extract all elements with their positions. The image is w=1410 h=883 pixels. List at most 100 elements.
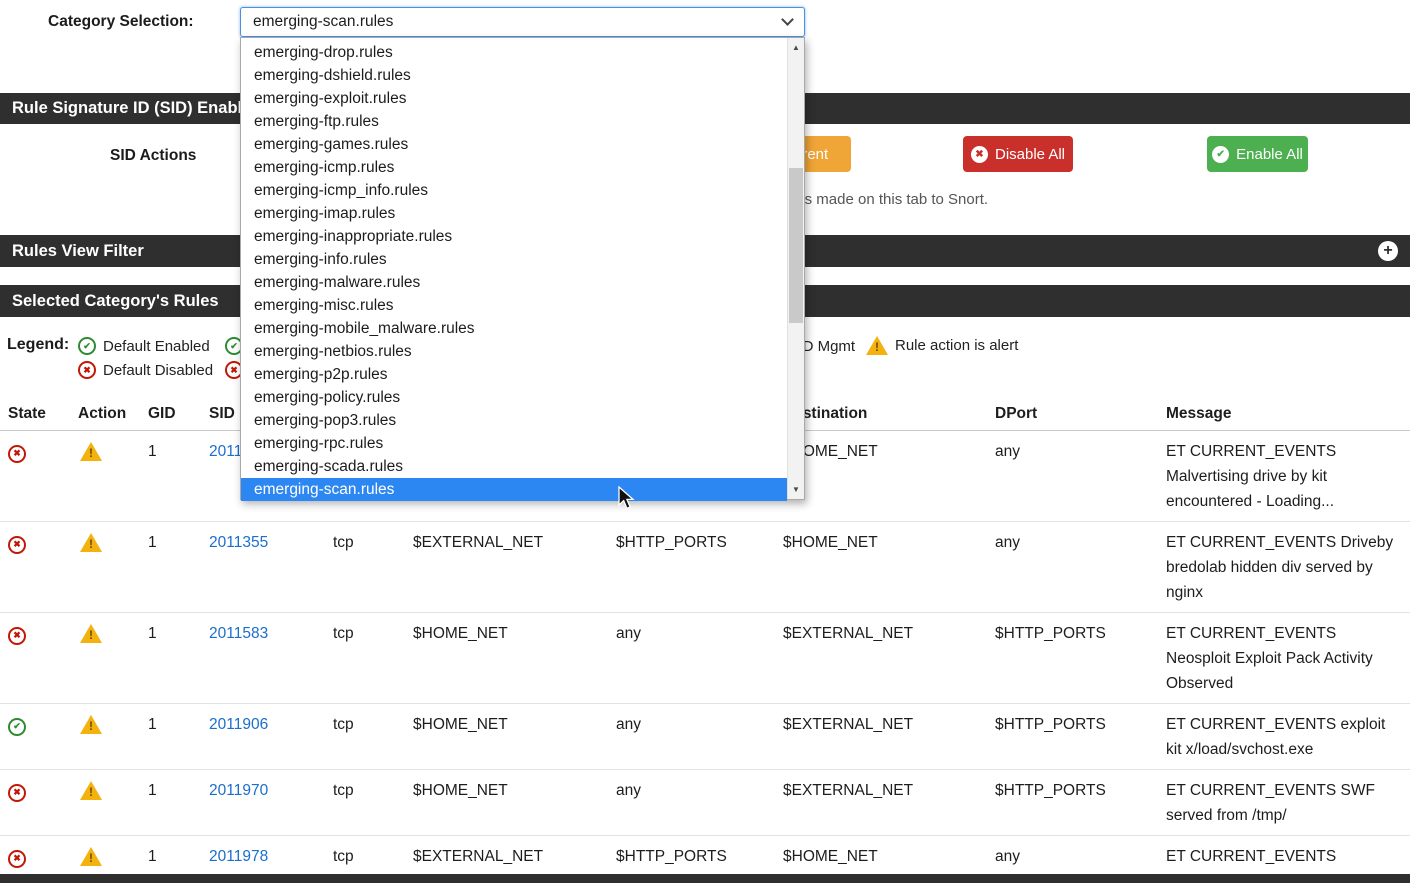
destination-cell: $EXTERNAL_NET: [775, 613, 987, 703]
dport-cell: $HTTP_PORTS: [987, 770, 1158, 835]
message-cell: ET CURRENT_EVENTS Driveby bredolab hidde…: [1158, 522, 1410, 612]
dropdown-scrollbar[interactable]: ▲ ▼: [787, 38, 804, 499]
dropdown-option[interactable]: emerging-dshield.rules: [241, 64, 787, 87]
column-header: Action: [70, 405, 140, 423]
category-dropdown-list: emerging-drop.rulesemerging-dshield.rule…: [241, 41, 787, 501]
disable-circle-icon: ✖: [971, 146, 988, 163]
destination-cell: $EXTERNAL_NET: [775, 704, 987, 769]
message-cell: ET CURRENT_EVENTS Neosploit Exploit Pack…: [1158, 613, 1410, 703]
table-row: ✖!12011583tcp$HOME_NETany$EXTERNAL_NET$H…: [0, 613, 1410, 704]
dropdown-option[interactable]: emerging-icmp.rules: [241, 156, 787, 179]
dropdown-option[interactable]: emerging-mobile_malware.rules: [241, 317, 787, 340]
rule-action-alert-icon[interactable]: !: [80, 442, 102, 461]
legend-rule-action-alert: ! Rule action is alert: [866, 336, 1018, 355]
dropdown-option[interactable]: emerging-malware.rules: [241, 271, 787, 294]
enable-circle-icon: ✔: [1212, 146, 1229, 163]
dropdown-option[interactable]: emerging-games.rules: [241, 133, 787, 156]
legend-label: Legend:: [7, 336, 69, 354]
mouse-cursor: [618, 486, 636, 512]
rule-action-alert-icon[interactable]: !: [80, 715, 102, 734]
table-row: ✔!12011906tcp$HOME_NETany$EXTERNAL_NET$H…: [0, 704, 1410, 770]
column-header: Destination: [775, 405, 987, 423]
scrollbar-thumb[interactable]: [789, 168, 803, 323]
column-header: State: [0, 405, 70, 423]
scroll-down-icon[interactable]: ▼: [788, 481, 804, 498]
disabled-icon: ✖: [78, 361, 96, 379]
rule-action-alert-icon[interactable]: !: [80, 847, 102, 866]
table-row: ✖! 1 2011355 tcp$EXTERNAL_NET$HTTP_PORTS$HO…: [0, 522, 1410, 613]
rule-state-disabled-icon[interactable]: ✖: [8, 536, 26, 554]
source-cell: $EXTERNAL_NET: [405, 522, 608, 612]
destination-cell: $HOME_NET: [775, 431, 987, 521]
dropdown-option[interactable]: emerging-drop.rules: [241, 41, 787, 64]
legend-rule-action-alert-label: Rule action is alert: [895, 337, 1018, 354]
dport-cell: $HTTP_PORTS: [987, 613, 1158, 703]
alert-triangle-icon: !: [866, 336, 888, 355]
sport-cell: any: [608, 770, 775, 835]
dropdown-option[interactable]: emerging-p2p.rules: [241, 363, 787, 386]
dropdown-option[interactable]: emerging-icmp_info.rules: [241, 179, 787, 202]
gid-cell: 1: [140, 704, 195, 769]
dropdown-option[interactable]: emerging-inappropriate.rules: [241, 225, 787, 248]
destination-cell: $HOME_NET: [775, 522, 987, 612]
legend-default-disabled: ✖ Default Disabled: [78, 361, 213, 379]
dropdown-option[interactable]: emerging-policy.rules: [241, 386, 787, 409]
dropdown-option[interactable]: emerging-ftp.rules: [241, 110, 787, 133]
category-dropdown-panel: emerging-drop.rulesemerging-dshield.rule…: [240, 37, 805, 500]
sid-link[interactable]: 2011970: [209, 782, 268, 799]
snort-rules-page: Category Selection: emerging-scan.rules …: [0, 0, 1410, 883]
bottom-section-bar: [0, 874, 1410, 883]
disable-all-button[interactable]: ✖ Disable All: [963, 136, 1073, 172]
rule-action-alert-icon[interactable]: !: [80, 624, 102, 643]
gid-cell: 1: [140, 770, 195, 835]
rule-state-disabled-icon[interactable]: ✖: [8, 627, 26, 645]
proto-cell: tcp: [325, 770, 405, 835]
sid-link[interactable]: 2011355: [209, 534, 268, 551]
dropdown-option[interactable]: emerging-info.rules: [241, 248, 787, 271]
proto-cell: tcp: [325, 522, 405, 612]
dropdown-option[interactable]: emerging-netbios.rules: [241, 340, 787, 363]
dropdown-option[interactable]: emerging-pop3.rules: [241, 409, 787, 432]
section-title-rules-view-filter: Rules View Filter: [12, 242, 144, 261]
sid-link[interactable]: 2011583: [209, 625, 268, 642]
dropdown-option[interactable]: emerging-imap.rules: [241, 202, 787, 225]
rule-state-enabled-icon[interactable]: ✔: [8, 718, 26, 736]
gid-cell: 1: [140, 431, 195, 521]
category-selection-label: Category Selection:: [48, 13, 194, 31]
expand-plus-icon[interactable]: +: [1378, 241, 1398, 261]
dropdown-option[interactable]: emerging-rpc.rules: [241, 432, 787, 455]
dport-cell: any: [987, 431, 1158, 521]
dport-cell: any: [987, 522, 1158, 612]
enable-all-button[interactable]: ✔ Enable All: [1207, 136, 1308, 172]
rule-action-alert-icon[interactable]: !: [80, 533, 102, 552]
column-header: DPort: [987, 405, 1158, 423]
source-cell: $HOME_NET: [405, 613, 608, 703]
category-select[interactable]: emerging-scan.rules: [240, 7, 805, 37]
sid-actions-label: SID Actions: [110, 147, 196, 165]
rule-state-disabled-icon[interactable]: ✖: [8, 784, 26, 802]
dropdown-option[interactable]: emerging-scan.rules: [241, 478, 787, 501]
category-select-value: emerging-scan.rules: [253, 13, 783, 31]
dropdown-option[interactable]: emerging-misc.rules: [241, 294, 787, 317]
column-header: Message: [1158, 405, 1410, 423]
rule-state-disabled-icon[interactable]: ✖: [8, 850, 26, 868]
column-header: GID: [140, 405, 195, 423]
table-row: ✖!12011970tcp$HOME_NETany$EXTERNAL_NET$H…: [0, 770, 1410, 836]
gid-cell: 1: [140, 522, 195, 612]
sport-cell: $HTTP_PORTS: [608, 522, 775, 612]
proto-cell: tcp: [325, 704, 405, 769]
source-cell: $HOME_NET: [405, 704, 608, 769]
message-cell: ET CURRENT_EVENTS Malvertising drive by …: [1158, 431, 1410, 521]
dropdown-option[interactable]: emerging-exploit.rules: [241, 87, 787, 110]
proto-cell: tcp: [325, 613, 405, 703]
sid-link[interactable]: 2011978: [209, 848, 268, 865]
gid-cell: 1: [140, 613, 195, 703]
message-cell: ET CURRENT_EVENTS SWF served from /tmp/: [1158, 770, 1410, 835]
rule-state-disabled-icon[interactable]: ✖: [8, 445, 26, 463]
sport-cell: any: [608, 704, 775, 769]
dropdown-option[interactable]: emerging-scada.rules: [241, 455, 787, 478]
source-cell: $HOME_NET: [405, 770, 608, 835]
rule-action-alert-icon[interactable]: !: [80, 781, 102, 800]
sid-link[interactable]: 2011906: [209, 716, 268, 733]
scroll-up-icon[interactable]: ▲: [788, 39, 804, 56]
